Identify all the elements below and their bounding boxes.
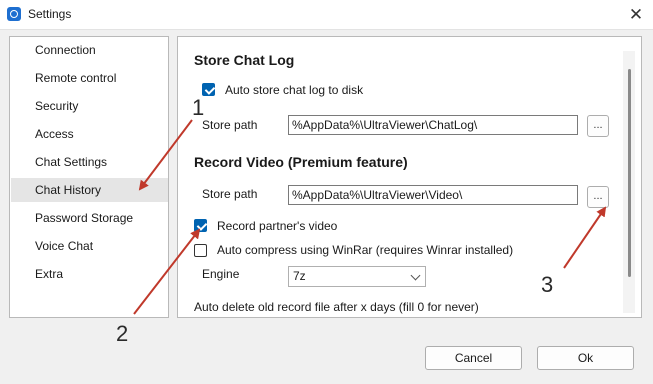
sidebar-item-access[interactable]: Access	[11, 122, 168, 146]
app-logo-icon	[7, 7, 21, 21]
record-partner-video-checkbox[interactable]	[194, 219, 207, 232]
window-title: Settings	[28, 7, 72, 21]
auto-store-chat-log-label: Auto store chat log to disk	[225, 83, 364, 97]
sidebar-item-chat-history[interactable]: Chat History	[11, 178, 168, 202]
sidebar-item-voice-chat[interactable]: Voice Chat	[11, 234, 168, 258]
title-bar: Settings ✕	[0, 0, 653, 30]
settings-sidebar: Connection Remote control Security Acces…	[9, 36, 169, 318]
engine-label: Engine	[202, 267, 240, 281]
store-chat-log-heading: Store Chat Log	[194, 52, 295, 68]
chat-log-store-path-input[interactable]	[288, 115, 578, 135]
sidebar-item-remote-control[interactable]: Remote control	[11, 66, 168, 90]
chat-log-browse-button[interactable]: ...	[587, 115, 609, 137]
scrollbar-thumb[interactable]	[628, 69, 631, 277]
sidebar-item-security[interactable]: Security	[11, 94, 168, 118]
engine-dropdown[interactable]: 7z	[288, 266, 426, 287]
ok-button[interactable]: Ok	[537, 346, 634, 370]
video-store-path-input[interactable]	[288, 185, 578, 205]
video-browse-button[interactable]: ...	[587, 186, 609, 208]
auto-store-chat-log-checkbox[interactable]	[202, 83, 215, 96]
sidebar-item-connection[interactable]: Connection	[11, 38, 168, 62]
record-video-heading: Record Video (Premium feature)	[194, 154, 408, 170]
chat-log-store-path-label: Store path	[202, 118, 258, 132]
auto-delete-label: Auto delete old record file after x days…	[194, 300, 479, 314]
sidebar-item-extra[interactable]: Extra	[11, 262, 168, 286]
cancel-button[interactable]: Cancel	[425, 346, 522, 370]
auto-compress-checkbox[interactable]	[194, 244, 207, 257]
record-partner-video-label: Record partner's video	[217, 219, 338, 233]
chevron-down-icon	[410, 270, 421, 281]
settings-panel: Store Chat Log Auto store chat log to di…	[177, 36, 642, 318]
engine-selected-value: 7z	[293, 269, 306, 283]
sidebar-item-password-storage[interactable]: Password Storage	[11, 206, 168, 230]
sidebar-item-chat-settings[interactable]: Chat Settings	[11, 150, 168, 174]
annotation-number-2: 2	[116, 321, 128, 346]
close-button[interactable]: ✕	[622, 3, 650, 27]
video-store-path-label: Store path	[202, 187, 258, 201]
auto-compress-label: Auto compress using WinRar (requires Win…	[217, 243, 514, 257]
